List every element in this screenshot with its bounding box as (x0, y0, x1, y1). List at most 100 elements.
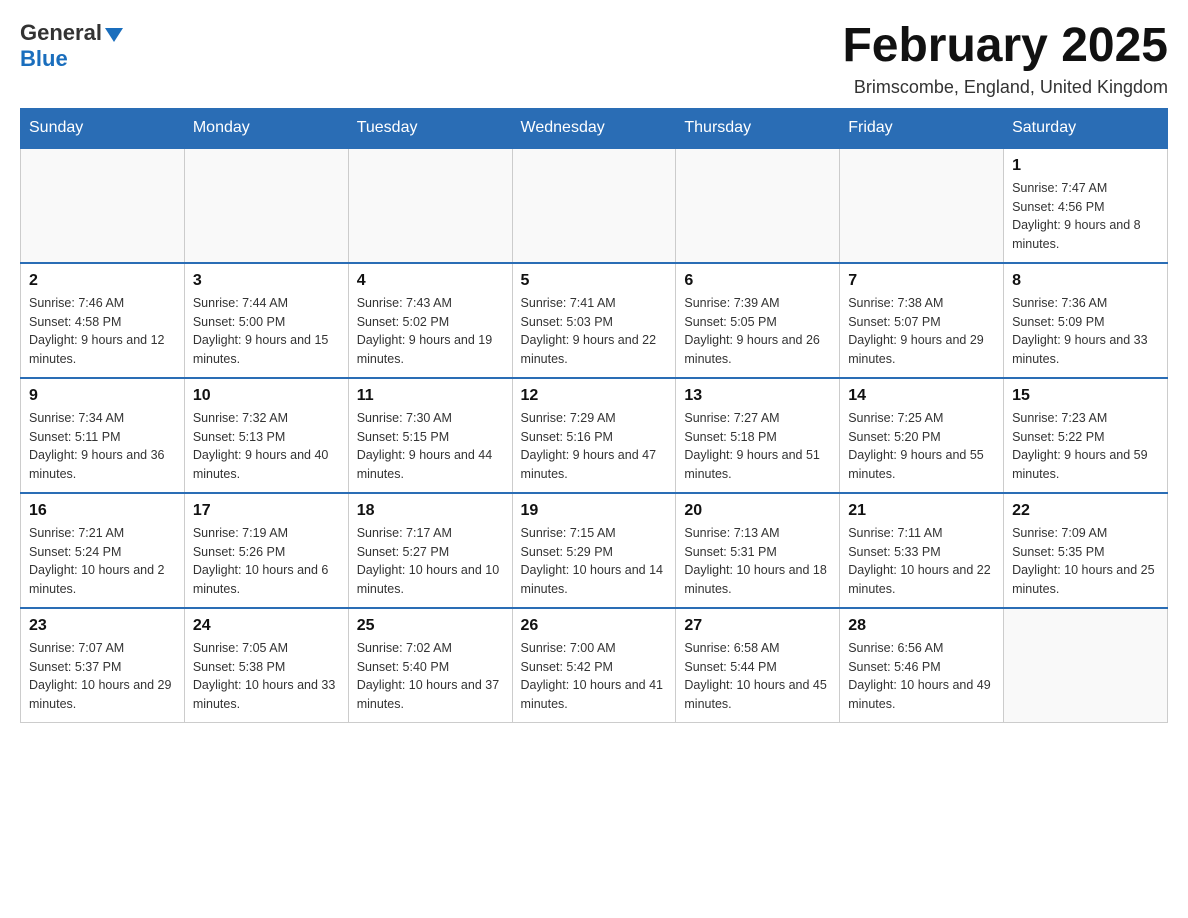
header-friday: Friday (840, 108, 1004, 148)
table-row: 18 Sunrise: 7:17 AMSunset: 5:27 PMDayligh… (348, 493, 512, 608)
day-number: 18 (357, 502, 504, 520)
table-row (184, 148, 348, 263)
calendar-week-row: 16 Sunrise: 7:21 AMSunset: 5:24 PMDayligh… (21, 493, 1168, 608)
table-row: 21 Sunrise: 7:11 AMSunset: 5:33 PMDayligh… (840, 493, 1004, 608)
table-row: 25 Sunrise: 7:02 AMSunset: 5:40 PMDayligh… (348, 608, 512, 723)
day-number: 28 (848, 617, 995, 635)
day-number: 2 (29, 272, 176, 290)
table-row: 4 Sunrise: 7:43 AMSunset: 5:02 PMDaylight… (348, 263, 512, 378)
day-info: Sunrise: 7:39 AMSunset: 5:05 PMDaylight:… (684, 294, 831, 369)
day-info: Sunrise: 7:07 AMSunset: 5:37 PMDaylight:… (29, 639, 176, 714)
month-title: February 2025 (842, 20, 1168, 73)
table-row: 26 Sunrise: 7:00 AMSunset: 5:42 PMDayligh… (512, 608, 676, 723)
table-row: 12Sunrise: 7:29 AMSunset: 5:16 PMDayligh… (512, 378, 676, 493)
header-saturday: Saturday (1004, 108, 1168, 148)
day-number: 10 (193, 387, 340, 405)
calendar-week-row: 23 Sunrise: 7:07 AMSunset: 5:37 PMDayligh… (21, 608, 1168, 723)
day-number: 25 (357, 617, 504, 635)
calendar-week-row: 2Sunrise: 7:46 AMSunset: 4:58 PMDaylight… (21, 263, 1168, 378)
table-row: 19Sunrise: 7:15 AMSunset: 5:29 PMDayligh… (512, 493, 676, 608)
header-wednesday: Wednesday (512, 108, 676, 148)
table-row: 2Sunrise: 7:46 AMSunset: 4:58 PMDaylight… (21, 263, 185, 378)
calendar-week-row: 9 Sunrise: 7:34 AMSunset: 5:11 PMDaylight… (21, 378, 1168, 493)
day-number: 3 (193, 272, 340, 290)
table-row (840, 148, 1004, 263)
day-info: Sunrise: 7:23 AMSunset: 5:22 PMDaylight:… (1012, 409, 1159, 484)
day-info: Sunrise: 7:17 AMSunset: 5:27 PMDaylight:… (357, 524, 504, 599)
day-info: Sunrise: 7:41 AMSunset: 5:03 PMDaylight:… (521, 294, 668, 369)
weekday-header-row: Sunday Monday Tuesday Wednesday Thursday… (21, 108, 1168, 148)
table-row: 16 Sunrise: 7:21 AMSunset: 5:24 PMDayligh… (21, 493, 185, 608)
day-info: Sunrise: 7:13 AMSunset: 5:31 PMDaylight:… (684, 524, 831, 599)
table-row: 10Sunrise: 7:32 AMSunset: 5:13 PMDayligh… (184, 378, 348, 493)
day-number: 19 (521, 502, 668, 520)
logo-blue-text: Blue (20, 46, 68, 71)
header-thursday: Thursday (676, 108, 840, 148)
table-row: 14 Sunrise: 7:25 AMSunset: 5:20 PMDayligh… (840, 378, 1004, 493)
day-info: Sunrise: 7:38 AMSunset: 5:07 PMDaylight:… (848, 294, 995, 369)
day-number: 26 (521, 617, 668, 635)
table-row (21, 148, 185, 263)
day-number: 24 (193, 617, 340, 635)
table-row: 9 Sunrise: 7:34 AMSunset: 5:11 PMDaylight… (21, 378, 185, 493)
day-info: Sunrise: 7:34 AMSunset: 5:11 PMDaylight:… (29, 409, 176, 484)
day-number: 13 (684, 387, 831, 405)
page-header: General Blue February 2025 Brimscombe, E… (20, 20, 1168, 98)
day-number: 7 (848, 272, 995, 290)
day-number: 9 (29, 387, 176, 405)
table-row: 13 Sunrise: 7:27 AMSunset: 5:18 PMDayligh… (676, 378, 840, 493)
table-row: 1 Sunrise: 7:47 AMSunset: 4:56 PMDaylight… (1004, 148, 1168, 263)
day-info: Sunrise: 7:19 AMSunset: 5:26 PMDaylight:… (193, 524, 340, 599)
table-row: 28 Sunrise: 6:56 AMSunset: 5:46 PMDayligh… (840, 608, 1004, 723)
day-number: 14 (848, 387, 995, 405)
table-row: 3 Sunrise: 7:44 AMSunset: 5:00 PMDaylight… (184, 263, 348, 378)
day-number: 1 (1012, 157, 1159, 175)
table-row: 23 Sunrise: 7:07 AMSunset: 5:37 PMDayligh… (21, 608, 185, 723)
day-info: Sunrise: 7:25 AMSunset: 5:20 PMDaylight:… (848, 409, 995, 484)
day-info: Sunrise: 7:36 AMSunset: 5:09 PMDaylight:… (1012, 294, 1159, 369)
day-info: Sunrise: 7:05 AMSunset: 5:38 PMDaylight:… (193, 639, 340, 714)
table-row (512, 148, 676, 263)
day-info: Sunrise: 6:58 AMSunset: 5:44 PMDaylight:… (684, 639, 831, 714)
day-number: 12 (521, 387, 668, 405)
calendar-table: Sunday Monday Tuesday Wednesday Thursday… (20, 108, 1168, 723)
day-info: Sunrise: 7:11 AMSunset: 5:33 PMDaylight:… (848, 524, 995, 599)
day-info: Sunrise: 7:44 AMSunset: 5:00 PMDaylight:… (193, 294, 340, 369)
table-row: 7 Sunrise: 7:38 AMSunset: 5:07 PMDaylight… (840, 263, 1004, 378)
day-number: 22 (1012, 502, 1159, 520)
day-info: Sunrise: 7:43 AMSunset: 5:02 PMDaylight:… (357, 294, 504, 369)
table-row: 27 Sunrise: 6:58 AMSunset: 5:44 PMDayligh… (676, 608, 840, 723)
day-info: Sunrise: 7:27 AMSunset: 5:18 PMDaylight:… (684, 409, 831, 484)
day-info: Sunrise: 7:00 AMSunset: 5:42 PMDaylight:… (521, 639, 668, 714)
logo: General Blue (20, 20, 123, 72)
table-row: 8 Sunrise: 7:36 AMSunset: 5:09 PMDaylight… (1004, 263, 1168, 378)
table-row (1004, 608, 1168, 723)
day-info: Sunrise: 7:09 AMSunset: 5:35 PMDaylight:… (1012, 524, 1159, 599)
day-info: Sunrise: 7:21 AMSunset: 5:24 PMDaylight:… (29, 524, 176, 599)
table-row (676, 148, 840, 263)
day-number: 21 (848, 502, 995, 520)
day-info: Sunrise: 6:56 AMSunset: 5:46 PMDaylight:… (848, 639, 995, 714)
header-sunday: Sunday (21, 108, 185, 148)
day-info: Sunrise: 7:30 AMSunset: 5:15 PMDaylight:… (357, 409, 504, 484)
table-row: 22 Sunrise: 7:09 AMSunset: 5:35 PMDayligh… (1004, 493, 1168, 608)
day-number: 6 (684, 272, 831, 290)
day-number: 15 (1012, 387, 1159, 405)
day-number: 4 (357, 272, 504, 290)
day-info: Sunrise: 7:47 AMSunset: 4:56 PMDaylight:… (1012, 179, 1159, 254)
day-info: Sunrise: 7:02 AMSunset: 5:40 PMDaylight:… (357, 639, 504, 714)
table-row: 5 Sunrise: 7:41 AMSunset: 5:03 PMDaylight… (512, 263, 676, 378)
table-row (348, 148, 512, 263)
day-number: 23 (29, 617, 176, 635)
location-subtitle: Brimscombe, England, United Kingdom (842, 77, 1168, 98)
logo-triangle-icon (105, 28, 123, 42)
day-number: 16 (29, 502, 176, 520)
table-row: 24 Sunrise: 7:05 AMSunset: 5:38 PMDayligh… (184, 608, 348, 723)
calendar-week-row: 1 Sunrise: 7:47 AMSunset: 4:56 PMDaylight… (21, 148, 1168, 263)
day-number: 11 (357, 387, 504, 405)
header-tuesday: Tuesday (348, 108, 512, 148)
table-row: 11 Sunrise: 7:30 AMSunset: 5:15 PMDayligh… (348, 378, 512, 493)
day-number: 8 (1012, 272, 1159, 290)
day-number: 27 (684, 617, 831, 635)
day-number: 5 (521, 272, 668, 290)
